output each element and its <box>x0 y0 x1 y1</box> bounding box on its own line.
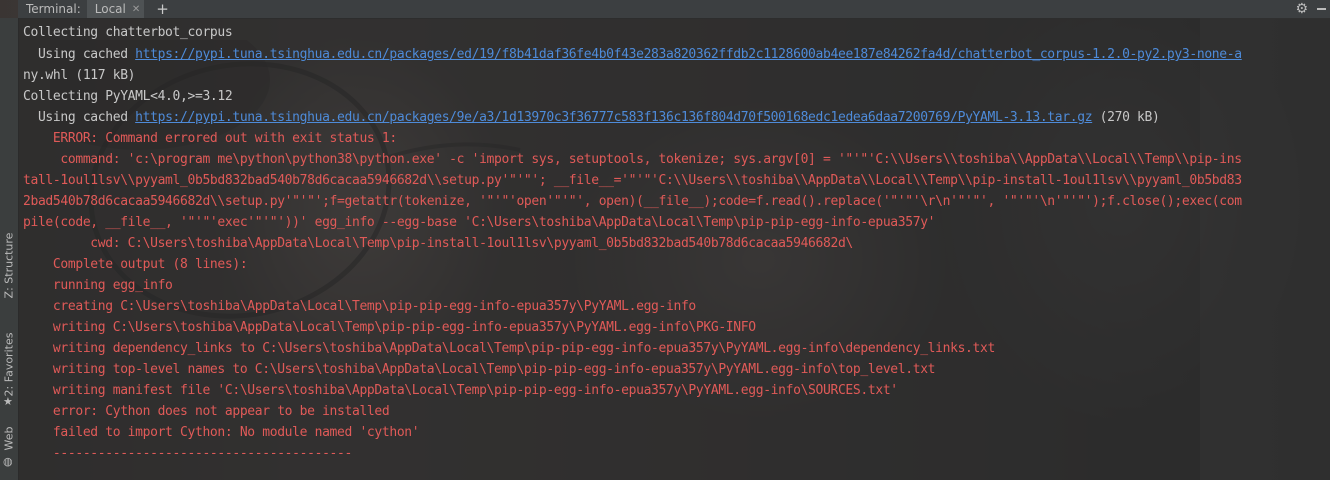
error-line: writing C:\Users\toshiba\AppData\Local\T… <box>23 320 756 335</box>
close-icon[interactable]: ✕ <box>132 4 140 15</box>
tab-local-label: Local <box>94 2 126 16</box>
error-line: command: 'c:\program me\python\python38\… <box>23 152 1242 167</box>
terminal-tab-bar: Terminal: Local ✕ + ⚙ <box>18 0 1330 19</box>
web-tab-label: Web <box>2 426 16 450</box>
error-line: tall-1oul1lsv\\pyyaml_0b5bd832bad540b78d… <box>23 173 1242 188</box>
minimize-icon[interactable] <box>1317 8 1326 10</box>
error-line: ---------------------------------------- <box>23 446 352 461</box>
favorites-tab-label: 2: Favorites <box>2 332 16 396</box>
web-tool-tab[interactable]: Web <box>0 423 18 453</box>
error-line: writing dependency_links to C:\Users\tos… <box>23 341 995 356</box>
error-line: ERROR: Command errored out with exit sta… <box>23 131 397 146</box>
package-link[interactable]: https://pypi.tuna.tsinghua.edu.cn/packag… <box>135 110 1092 125</box>
error-line: running egg_info <box>23 278 173 293</box>
favorites-tool-tab[interactable]: 2: Favorites <box>0 323 18 405</box>
terminal-title: Terminal: <box>26 2 81 16</box>
terminal-line: Collecting PyYAML<4.0,>=3.12 <box>23 89 233 104</box>
side-tool-strip: Z: Structure 2: Favorites ★ Web ◍ <box>0 18 19 480</box>
gear-icon[interactable]: ⚙ <box>1295 0 1308 18</box>
terminal-line: Using cached https://pypi.tuna.tsinghua.… <box>23 110 1160 125</box>
star-icon: ★ <box>3 395 13 408</box>
error-line: failed to import Cython: No module named… <box>23 425 420 440</box>
error-line: error: Cython does not appear to be inst… <box>23 404 390 419</box>
error-line: writing manifest file 'C:\Users\toshiba\… <box>23 383 898 398</box>
ide-window: Terminal: Local ✕ + ⚙ Z: Structure 2: Fa… <box>0 0 1330 480</box>
terminal-line: Using cached https://pypi.tuna.tsinghua.… <box>23 47 1242 62</box>
error-line: creating C:\Users\toshiba\AppData\Local\… <box>23 299 696 314</box>
structure-tab-label: Z: Structure <box>2 232 16 299</box>
error-line: Complete output (8 lines): <box>23 257 248 272</box>
structure-tool-tab[interactable]: Z: Structure <box>0 223 18 308</box>
terminal-output[interactable]: Collecting chatterbot_corpus Using cache… <box>18 18 1330 480</box>
tab-local[interactable]: Local ✕ <box>86 0 145 18</box>
globe-icon: ◍ <box>3 455 13 468</box>
error-line: 2bad540b78d6cacaa5946682d\\setup.py'"'"'… <box>23 194 1242 209</box>
error-line: writing top-level names to C:\Users\tosh… <box>23 362 936 377</box>
error-line: pile(code, __file__, '"'"'exec'"'"'))' e… <box>23 215 936 230</box>
terminal-line: ny.whl (117 kB) <box>23 68 136 83</box>
package-link[interactable]: https://pypi.tuna.tsinghua.edu.cn/packag… <box>135 47 1242 62</box>
terminal-edge-shade <box>1200 18 1330 480</box>
terminal-line: Collecting chatterbot_corpus <box>23 25 233 40</box>
error-line: cwd: C:\Users\toshiba\AppData\Local\Temp… <box>23 236 853 251</box>
add-tab-icon[interactable]: + <box>156 0 169 18</box>
